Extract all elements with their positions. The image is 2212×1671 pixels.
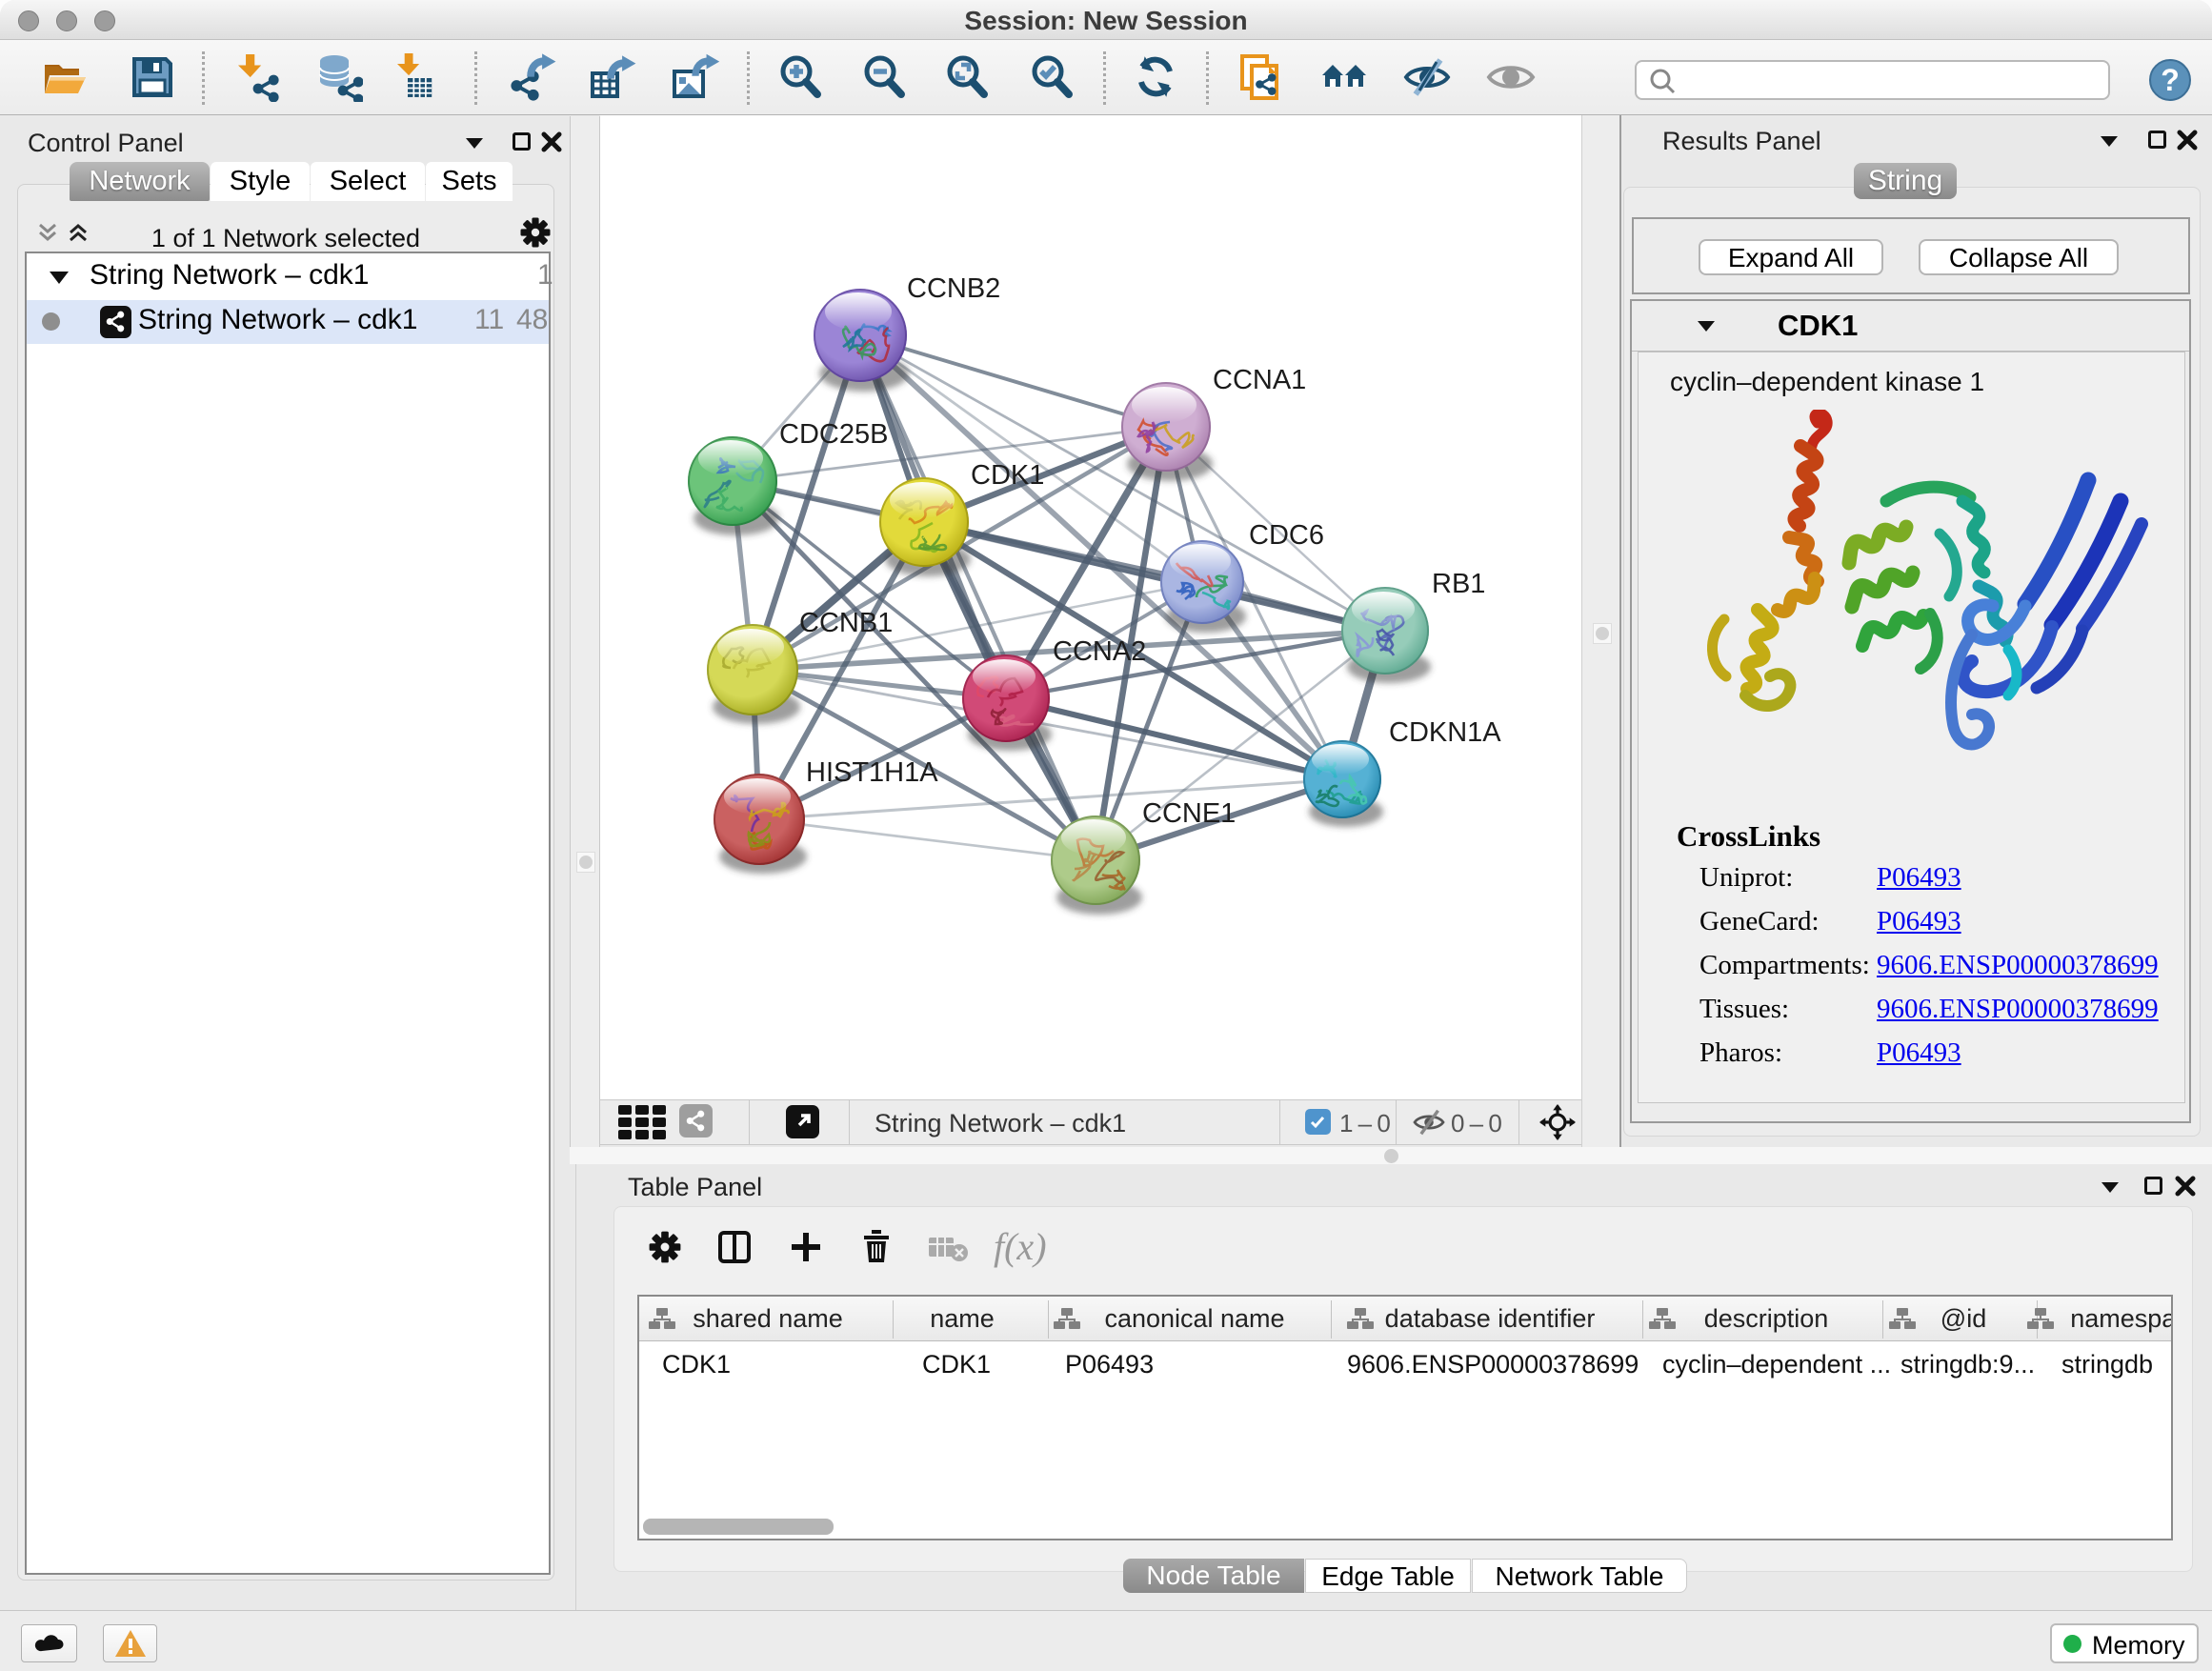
svg-text:CCNE1: CCNE1 — [1142, 798, 1236, 829]
svg-text:CDC6: CDC6 — [1249, 520, 1324, 551]
svg-text:CCNA2: CCNA2 — [1053, 636, 1146, 667]
svg-text:CCNB2: CCNB2 — [907, 273, 1000, 304]
svg-text:HIST1H1A: HIST1H1A — [806, 757, 938, 788]
svg-text:CCNB1: CCNB1 — [799, 608, 893, 638]
svg-text:CDC25B: CDC25B — [779, 419, 888, 450]
svg-text:RB1: RB1 — [1432, 569, 1485, 599]
svg-text:CDKN1A: CDKN1A — [1389, 717, 1501, 748]
svg-text:CDK1: CDK1 — [971, 460, 1044, 491]
svg-text:CCNA1: CCNA1 — [1213, 365, 1306, 395]
